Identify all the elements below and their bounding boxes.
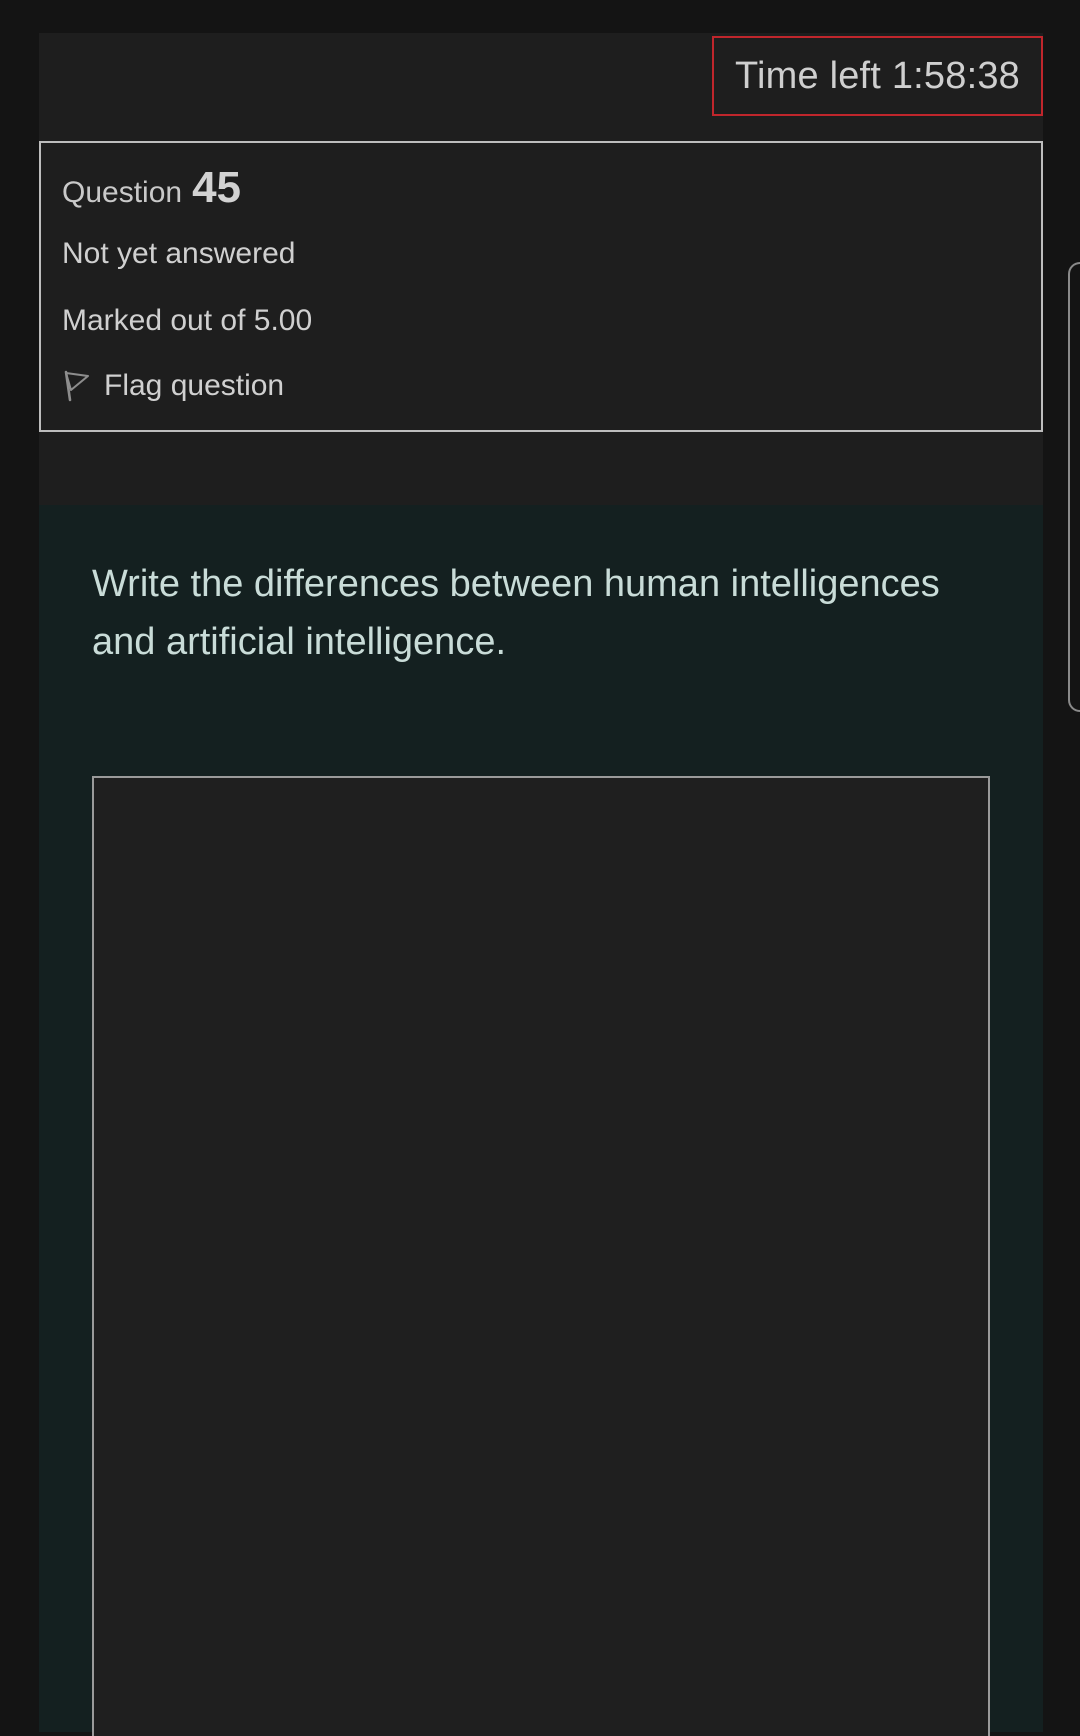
question-number-value: 45 <box>192 163 242 212</box>
flag-question-link[interactable]: Flag question <box>62 369 284 403</box>
time-left-timer: Time left 1:58:38 <box>712 36 1043 116</box>
side-drawer-handle[interactable] <box>1068 262 1080 712</box>
question-prefix: Question <box>62 176 183 209</box>
question-info-panel: Question 45 Not yet answered Marked out … <box>39 141 1043 432</box>
question-marks: Marked out of 5.00 <box>62 304 313 337</box>
question-text: Write the differences between human inte… <box>92 563 940 663</box>
answer-textarea[interactable] <box>92 776 990 1736</box>
question-number: Question 45 <box>62 163 241 213</box>
question-status: Not yet answered <box>62 237 296 270</box>
quiz-page: Time left 1:58:38 Question 45 Not yet an… <box>39 33 1043 1736</box>
flag-icon <box>64 370 89 402</box>
timer-bar: Time left 1:58:38 <box>39 33 1043 141</box>
question-formulation: Write the differences between human inte… <box>39 505 1043 1736</box>
flag-question-label: Flag question <box>104 369 285 402</box>
